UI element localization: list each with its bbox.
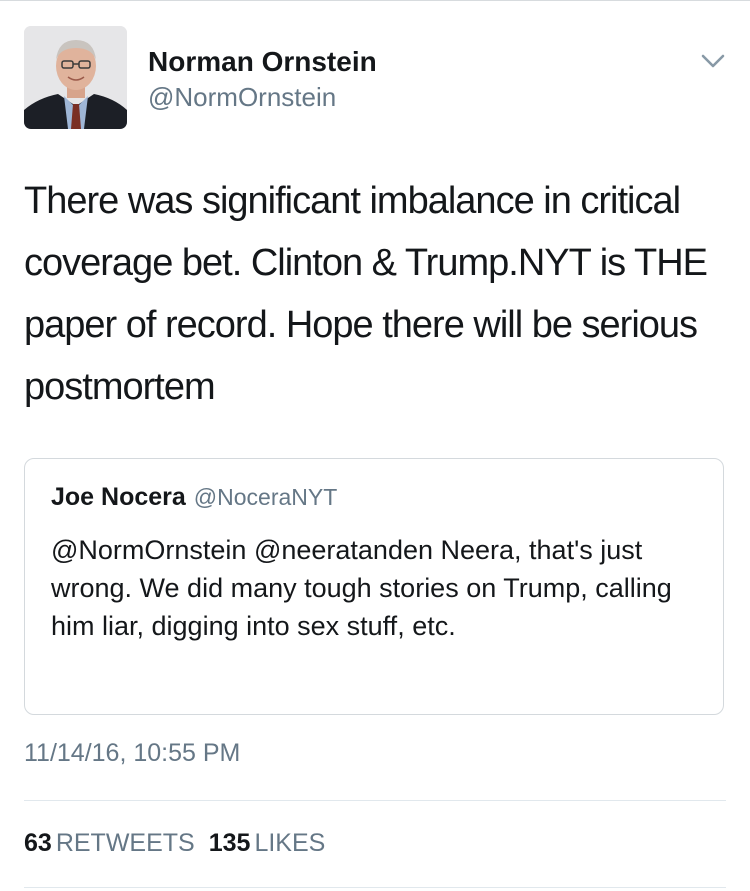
quoted-author-name: Joe Nocera (51, 483, 186, 511)
retweets-label: RETWEETS (55, 829, 195, 857)
author-handle[interactable]: @NormOrnstein (148, 82, 336, 113)
likes-stat[interactable]: 135 LIKES (209, 829, 326, 857)
quoted-tweet[interactable]: Joe Nocera @NoceraNYT @NormOrnstein @neer… (24, 458, 724, 715)
likes-label: LIKES (254, 829, 326, 857)
avatar[interactable] (24, 26, 127, 129)
avatar-photo (24, 26, 127, 129)
tweet-header: Norman Ornstein @NormOrnstein (24, 26, 726, 130)
tweet-text: There was significant imbalance in criti… (24, 180, 708, 408)
tweet-timestamp[interactable]: 11/14/16, 10:55 PM (24, 739, 240, 768)
quoted-tweet-text: @NormOrnstein @neeratanden Neera, that's… (51, 535, 672, 641)
chevron-down-icon[interactable] (700, 52, 726, 70)
top-divider (0, 0, 750, 1)
quoted-author-handle: @NoceraNYT (193, 484, 338, 510)
tweet-stats: 63 RETWEETS 135 LIKES (24, 829, 325, 858)
author-name[interactable]: Norman Ornstein (148, 46, 377, 78)
stats-divider-top (24, 800, 726, 801)
likes-count: 135 (208, 829, 251, 857)
quoted-tweet-header: Joe Nocera @NoceraNYT (51, 483, 337, 512)
retweets-count: 63 (24, 829, 52, 857)
retweets-stat[interactable]: 63 RETWEETS (24, 829, 195, 857)
stats-divider-bottom (24, 887, 726, 888)
